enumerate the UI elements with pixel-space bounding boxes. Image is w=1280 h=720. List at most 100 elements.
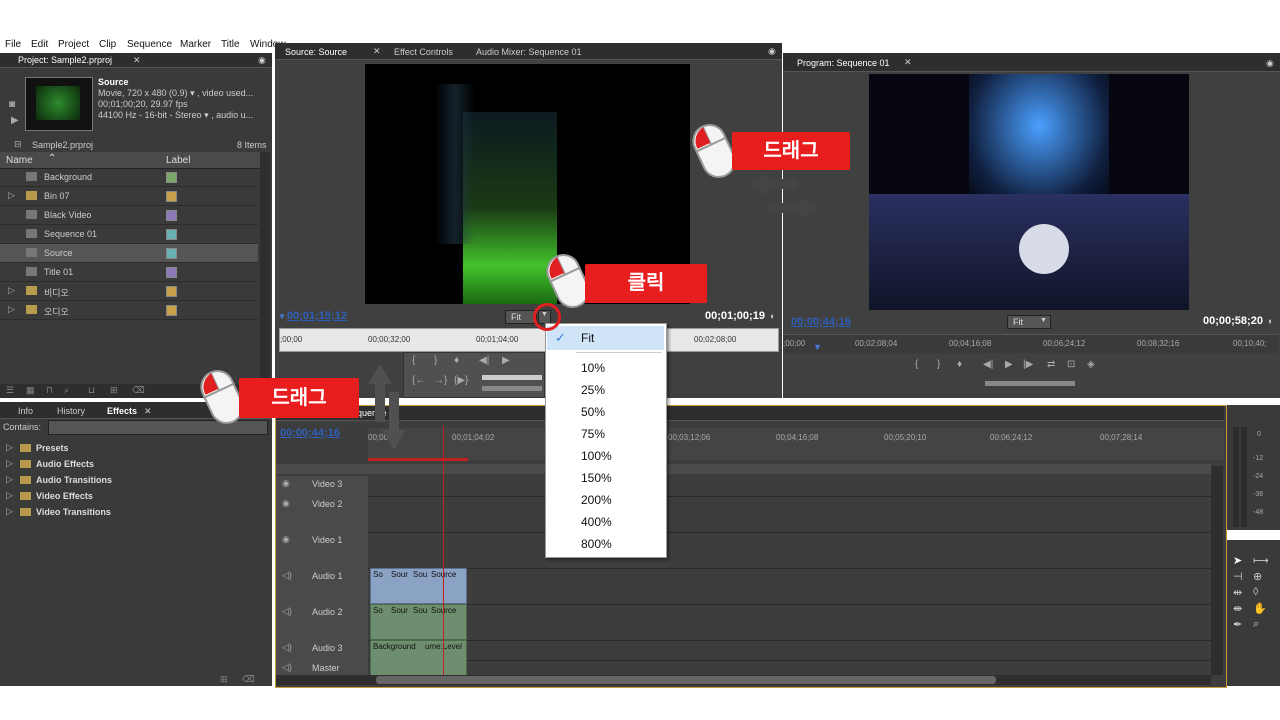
column-label[interactable]: Label: [166, 155, 190, 166]
icon-view-icon[interactable]: ▦: [26, 385, 35, 396]
step-back-icon[interactable]: ◀|: [479, 355, 489, 366]
track-header[interactable]: ◁) Audio 3: [276, 640, 368, 660]
track-header[interactable]: ◁) Audio 1: [276, 568, 368, 604]
zoom-option[interactable]: 800%: [547, 534, 664, 554]
panel-menu-icon[interactable]: ◉: [1266, 58, 1274, 69]
project-item-row[interactable]: ▷ 오디오: [0, 301, 258, 320]
zoom-option[interactable]: 200%: [547, 490, 664, 510]
menu-sequence[interactable]: Sequence: [127, 39, 172, 50]
menu-project[interactable]: Project: [58, 39, 89, 50]
eye-icon[interactable]: ◉: [282, 534, 290, 545]
go-to-in-icon[interactable]: {←: [412, 375, 425, 386]
source-timecode[interactable]: 00;01;15;12: [287, 310, 347, 322]
play-icon[interactable]: ▶: [1005, 359, 1013, 370]
zoom-option[interactable]: 150%: [547, 468, 664, 488]
track-header[interactable]: ◉ Video 1: [276, 532, 368, 568]
effects-folder[interactable]: ▷ Video Effects: [0, 488, 270, 504]
menu-file[interactable]: File: [5, 39, 21, 50]
zoom-option[interactable]: 100%: [547, 446, 664, 466]
project-scrollbar[interactable]: [260, 152, 270, 382]
menu-title[interactable]: Title: [221, 39, 240, 50]
close-icon[interactable]: ✕: [904, 57, 912, 68]
camera-icon[interactable]: ◙: [9, 99, 15, 110]
tab-source[interactable]: Source: Source: [285, 47, 347, 57]
video-clip[interactable]: SoSourSouSource: [370, 568, 467, 604]
selection-tool-icon[interactable]: ➤: [1233, 554, 1242, 567]
step-forward-icon[interactable]: |▶: [1023, 359, 1033, 370]
background-audio-clip[interactable]: Backgroundume:Level: [370, 640, 467, 676]
tab-history[interactable]: History: [57, 406, 85, 416]
menu-edit[interactable]: Edit: [31, 39, 48, 50]
zoom-option[interactable]: 50%: [547, 402, 664, 422]
rolling-edit-tool-icon[interactable]: ⊕: [1253, 570, 1262, 583]
playhead-line[interactable]: [443, 426, 444, 676]
panel-menu-icon[interactable]: ◉: [768, 46, 776, 57]
track-header[interactable]: ◁) Master: [276, 660, 368, 676]
zoom-option[interactable]: 75%: [547, 424, 664, 444]
expand-arrow-icon[interactable]: ▷: [8, 304, 15, 315]
track-header[interactable]: ◉ Video 3: [276, 476, 368, 496]
track-select-tool-icon[interactable]: ⟼: [1253, 554, 1269, 567]
ripple-edit-tool-icon[interactable]: ⊣: [1233, 570, 1243, 583]
audio-clip[interactable]: SoSourSouSource: [370, 604, 467, 640]
expand-arrow-icon[interactable]: ▷: [6, 442, 13, 453]
program-timecode[interactable]: 00;00;44;16: [791, 316, 851, 328]
effects-folder[interactable]: ▷ Audio Transitions: [0, 472, 270, 488]
project-item-row[interactable]: Sequence 01: [0, 225, 258, 244]
menu-marker[interactable]: Marker: [180, 39, 211, 50]
mark-out-icon[interactable]: }: [434, 355, 437, 366]
loop-icon[interactable]: ⇄: [1047, 359, 1055, 370]
eye-icon[interactable]: ◉: [282, 498, 290, 509]
speaker-icon[interactable]: ◁): [282, 662, 292, 673]
shuttle-slider[interactable]: [985, 381, 1075, 386]
marker-icon[interactable]: ♦: [957, 359, 962, 370]
timeline-ruler[interactable]: 00;00 00;01;04;02 00;03;12;06 00;04;16;08 00…: [368, 428, 1224, 460]
jog-slider[interactable]: [482, 375, 542, 380]
zoom-tool-icon[interactable]: ⌕: [1253, 618, 1259, 631]
marker-icon[interactable]: ♦: [454, 355, 459, 366]
clear-icon[interactable]: ⌫: [132, 385, 145, 396]
close-icon[interactable]: ✕: [133, 55, 141, 66]
project-item-row[interactable]: Title 01: [0, 263, 258, 282]
zoom-option[interactable]: 10%: [547, 358, 664, 378]
find-icon[interactable]: ⌕: [64, 385, 69, 396]
playhead-icon[interactable]: ▼: [813, 342, 822, 352]
play-icon[interactable]: ▶: [502, 355, 510, 366]
pen-tool-icon[interactable]: ✒: [1233, 618, 1242, 631]
razor-tool-icon[interactable]: ◊: [1253, 586, 1258, 598]
expand-arrow-icon[interactable]: ▷: [6, 458, 13, 469]
tab-info[interactable]: Info: [18, 406, 33, 416]
column-name[interactable]: Name: [6, 155, 33, 166]
program-ruler[interactable]: ;00;00 00;02;08;04 00;04;16;08 00;06;24;…: [783, 334, 1278, 353]
eye-icon[interactable]: ◉: [282, 478, 290, 489]
mark-out-icon[interactable]: }: [937, 359, 940, 370]
program-fit-select[interactable]: Fit ▼: [1007, 315, 1051, 329]
expand-arrow-icon[interactable]: ▷: [6, 474, 13, 485]
speaker-icon[interactable]: ◁): [282, 606, 292, 617]
timeline-scrollbar[interactable]: [276, 675, 1211, 685]
trash-icon[interactable]: ⌫: [242, 674, 255, 685]
tab-project[interactable]: Project: Sample2.prproj: [18, 55, 112, 65]
effects-folder[interactable]: ▷ Video Transitions: [0, 504, 270, 520]
source-ruler[interactable]: ;00;00 00;00;32;00 00;01;04;00 00;02;08;…: [279, 328, 779, 352]
timeline-vscrollbar[interactable]: [1211, 466, 1223, 675]
settings-icon[interactable]: ◐: [1268, 316, 1273, 326]
tab-effects[interactable]: Effects: [107, 406, 137, 416]
track-header[interactable]: ◉ Video 2: [276, 496, 368, 532]
project-item-row[interactable]: Background: [0, 168, 258, 187]
expand-arrow-icon[interactable]: ▷: [8, 285, 15, 296]
play-icon[interactable]: ▶: [11, 115, 19, 126]
play-in-out-icon[interactable]: {▶}: [454, 375, 468, 386]
expand-arrow-icon[interactable]: ▷: [6, 490, 13, 501]
new-item-icon[interactable]: ⊞: [110, 385, 118, 396]
project-item-row[interactable]: Source: [0, 244, 258, 263]
tab-effect-controls[interactable]: Effect Controls: [394, 47, 453, 57]
shuttle-slider[interactable]: [482, 386, 542, 391]
mark-in-icon[interactable]: {: [915, 359, 918, 370]
speaker-icon[interactable]: ◁): [282, 642, 292, 653]
project-item-row[interactable]: ▷ Bin 07: [0, 187, 258, 206]
expand-arrow-icon[interactable]: ▷: [6, 506, 13, 517]
speaker-icon[interactable]: ◁): [282, 570, 292, 581]
zoom-option[interactable]: 25%: [547, 380, 664, 400]
sort-icon[interactable]: ⌃: [48, 153, 56, 164]
